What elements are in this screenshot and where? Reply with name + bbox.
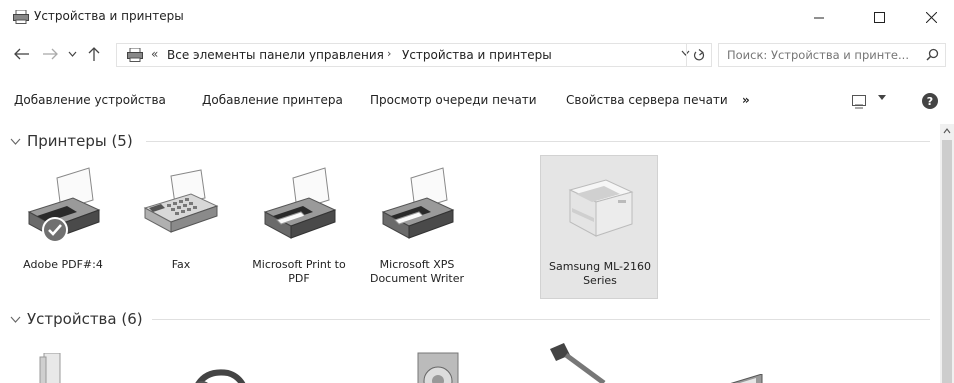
group-title: Принтеры (5)	[27, 132, 133, 150]
search-box[interactable]	[718, 43, 946, 67]
print-queue-button[interactable]: Просмотр очереди печати	[370, 93, 537, 107]
fax-icon	[143, 169, 219, 233]
devices-content-pane: Принтеры (5) Adobe PDF#:4 Fax Microsoft …	[0, 124, 940, 383]
breadcrumb-control-panel[interactable]: Все элементы панели управления	[167, 48, 384, 62]
device-tile-samsung-ml2160[interactable]: Samsung ML-2160 Series	[540, 155, 658, 299]
add-printer-button[interactable]: Добавление принтера	[202, 93, 343, 107]
headset-icon	[195, 369, 246, 383]
navigation-bar: « Все элементы панели управления › Устро…	[0, 34, 954, 74]
arrow-left-icon	[14, 48, 29, 60]
device-label: Adobe PDF#:4	[23, 258, 103, 271]
back-button[interactable]	[14, 44, 30, 64]
breadcrumb-devices-printers[interactable]: Устройства и принтеры	[402, 48, 552, 62]
up-button[interactable]	[86, 44, 102, 64]
recent-locations-button[interactable]	[66, 44, 78, 64]
chevron-down-icon	[10, 316, 21, 323]
arrow-up-icon	[88, 47, 100, 61]
external-drive-icon	[39, 353, 61, 383]
close-icon	[925, 11, 937, 23]
scrollbar-thumb[interactable]	[942, 140, 952, 383]
window-title: Устройства и принтеры	[34, 9, 184, 23]
device-tile-adobe-pdf[interactable]: Adobe PDF#:4	[4, 154, 122, 298]
view-options-dropdown[interactable]	[878, 93, 886, 103]
view-icon	[855, 104, 863, 109]
refresh-icon	[693, 48, 704, 60]
breadcrumb-separator[interactable]: ›	[387, 47, 391, 60]
device-label: Fax	[171, 258, 191, 271]
group-title: Устройства (6)	[27, 310, 143, 328]
chevron-down-icon	[10, 138, 21, 145]
device-tile-fax[interactable]: Fax	[122, 154, 240, 298]
monitor-icon	[730, 374, 763, 383]
search-input[interactable]	[727, 47, 917, 63]
device-tile-microsoft-xps[interactable]: Microsoft XPS Document Writer	[358, 154, 476, 298]
print-server-properties-button[interactable]: Свойства сервера печати	[566, 93, 728, 107]
group-header-devices[interactable]: Устройства (6)	[10, 309, 143, 329]
help-button[interactable]: ?	[922, 93, 938, 109]
breadcrumb-overflow[interactable]: «	[151, 47, 158, 61]
devices-printers-app-icon	[13, 10, 29, 24]
scroll-up-icon[interactable]	[943, 128, 951, 134]
arrow-right-icon	[43, 48, 58, 60]
forward-button[interactable]	[42, 44, 58, 64]
minimize-icon	[813, 17, 824, 18]
speaker-icon	[417, 352, 459, 383]
device-tile-microsoft-print-to-pdf[interactable]: Microsoft Print to PDF	[240, 154, 358, 298]
maximize-button[interactable]	[856, 0, 902, 34]
help-icon: ?	[926, 94, 934, 108]
printer-icon	[263, 167, 337, 239]
add-device-button[interactable]: Добавление устройства	[14, 93, 166, 107]
printer-icon	[381, 167, 455, 239]
title-bar: Устройства и принтеры	[0, 0, 954, 34]
group-divider	[152, 319, 930, 320]
device-label: Samsung ML-2160 Series	[549, 260, 651, 287]
chevron-down-icon	[68, 51, 76, 57]
laser-printer-icon	[568, 179, 634, 237]
search-icon	[926, 48, 939, 61]
device-label: Microsoft XPS Document Writer	[369, 258, 465, 285]
device-label: Microsoft Print to PDF	[252, 258, 346, 285]
minimize-button[interactable]	[796, 0, 842, 34]
close-button[interactable]	[908, 0, 954, 34]
devices-printers-icon	[127, 48, 143, 62]
command-bar: Добавление устройства Добавление принтер…	[0, 86, 954, 116]
maximize-icon	[873, 11, 885, 23]
change-view-button[interactable]	[852, 95, 866, 109]
refresh-button[interactable]	[686, 43, 710, 67]
printer-default-icon	[27, 167, 101, 243]
vertical-scrollbar[interactable]	[940, 124, 954, 383]
group-header-printers[interactable]: Принтеры (5)	[10, 131, 133, 151]
microphone-icon	[550, 343, 606, 383]
caret-down-icon	[878, 95, 886, 100]
address-bar[interactable]: « Все элементы панели управления › Устро…	[116, 43, 712, 67]
more-commands-button[interactable]: »	[742, 93, 750, 107]
group-divider	[146, 141, 930, 142]
